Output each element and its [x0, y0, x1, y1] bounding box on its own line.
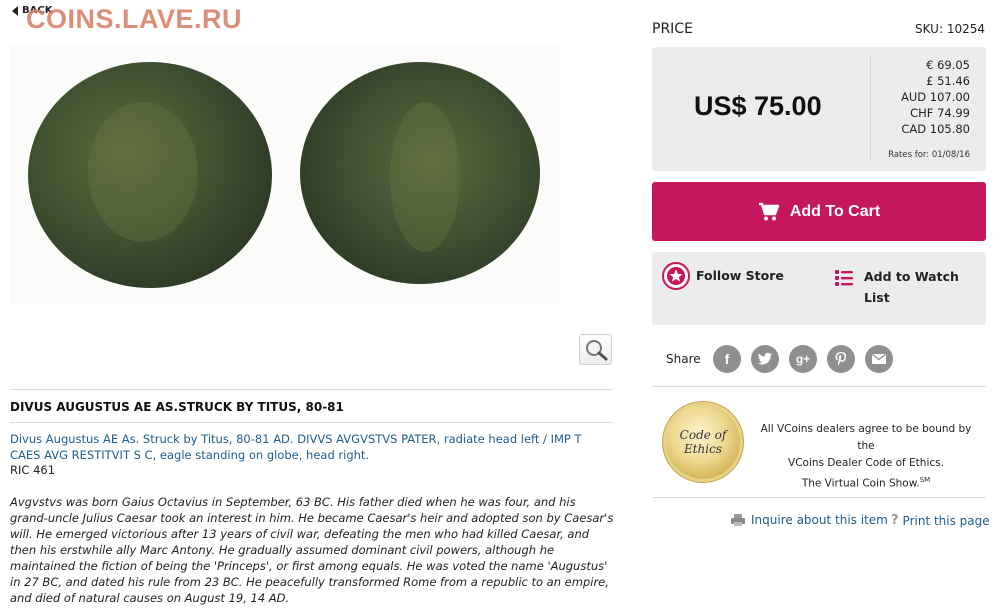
add-to-cart-button[interactable]: Add To Cart	[652, 182, 986, 241]
conversion-aud: AUD 107.00	[900, 90, 970, 104]
ethics-line1: All VCoins dealers agree to be bound by …	[760, 423, 972, 452]
inquire-link[interactable]: Inquire about this item	[730, 513, 888, 527]
item-story: Avgvstvs was born Gaius Octavius in Sept…	[10, 495, 614, 605]
item-reference: RIC 461	[10, 463, 56, 477]
ethics-line3-text: The Virtual Coin Show.	[801, 477, 920, 490]
printer-icon	[731, 514, 745, 526]
currency-conversions: € 69.05 £ 51.46 AUD 107.00 CHF 74.99 CAD…	[901, 57, 970, 137]
question-icon: ?	[891, 513, 899, 528]
watch-list-icon	[835, 270, 853, 286]
service-mark: SM	[919, 476, 931, 484]
rates-note: Rates for: 01/08/16	[888, 150, 970, 160]
ethics-badge-text: Code of Ethics	[680, 428, 727, 456]
add-to-watch-list-label: Add to Watch List	[864, 269, 959, 305]
zoom-button[interactable]	[579, 334, 612, 365]
item-description: Divus Augustus AE As. Struck by Titus, 8…	[10, 432, 582, 462]
coin-reverse	[300, 62, 540, 284]
divider	[652, 497, 986, 498]
ethics-statement: All VCoins dealers agree to be bound by …	[752, 421, 980, 493]
main-price: US$ 75.00	[694, 91, 822, 121]
pinterest-icon[interactable]	[827, 345, 855, 373]
print-link[interactable]: ? Print this page	[891, 513, 990, 528]
share-icons: f g+	[713, 345, 893, 373]
follow-store-button[interactable]: Follow Store	[662, 262, 784, 290]
divider	[10, 389, 613, 390]
divider	[10, 422, 613, 423]
item-title: DIVUS AUGUSTUS AE AS.STRUCK BY TITUS, 80…	[10, 400, 344, 414]
add-to-cart-label: Add To Cart	[789, 202, 881, 220]
divider	[870, 57, 871, 161]
price-panel: US$ 75.00 € 69.05 £ 51.46 AUD 107.00 CHF…	[652, 47, 986, 171]
magnifier-icon	[585, 339, 607, 360]
print-label: Print this page	[902, 513, 990, 528]
ethics-badge-line1: Code of	[679, 428, 727, 442]
twitter-icon[interactable]	[751, 345, 779, 373]
price-heading: PRICE	[652, 21, 693, 37]
email-icon[interactable]	[865, 345, 893, 373]
star-icon	[662, 262, 690, 290]
divider	[652, 386, 986, 387]
conversion-gbp: £ 51.46	[926, 74, 970, 88]
store-actions-panel: Follow Store Add to Watch List	[652, 252, 986, 325]
ethics-line3: The Virtual Coin Show.SM	[752, 472, 980, 493]
add-to-watch-list-button[interactable]: Add to Watch List	[834, 266, 974, 308]
coin-image[interactable]	[10, 44, 561, 303]
google-plus-icon[interactable]: g+	[789, 345, 817, 373]
conversion-chf: CHF 74.99	[910, 106, 970, 120]
share-label: Share	[666, 352, 701, 366]
coin-obverse	[28, 62, 272, 288]
sku-label: SKU: 10254	[915, 22, 985, 36]
conversion-cad: CAD 105.80	[901, 122, 970, 136]
watermark-text: COINS.LAVE.RU	[26, 4, 243, 34]
ethics-line2: VCoins Dealer Code of Ethics.	[788, 457, 944, 469]
back-arrow-icon	[12, 5, 18, 16]
facebook-icon[interactable]: f	[713, 345, 741, 373]
conversion-eur: € 69.05	[926, 58, 970, 72]
cart-icon	[758, 202, 780, 220]
ethics-badge-line2: Ethics	[683, 442, 722, 456]
code-of-ethics-badge[interactable]: Code of Ethics	[666, 405, 740, 479]
inquire-label: Inquire about this item	[751, 513, 888, 527]
follow-store-label: Follow Store	[696, 268, 784, 283]
